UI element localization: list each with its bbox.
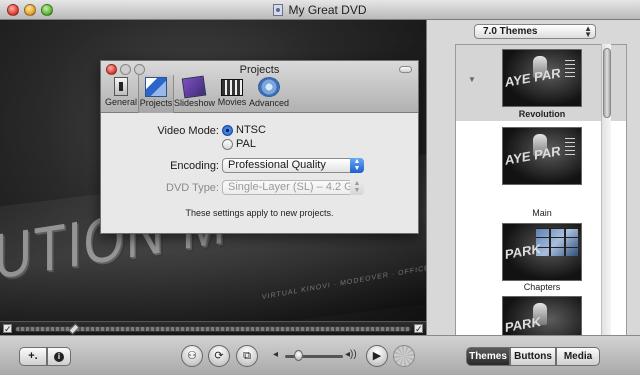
dvd-type-popup: Single-Layer (SL) – 4.2 GB ▲ ▼ — [222, 180, 364, 195]
media-view-button[interactable]: Media — [556, 347, 600, 366]
info-icon: i — [54, 352, 64, 362]
toolbar-toggle-button[interactable] — [399, 66, 412, 73]
disclosure-triangle-icon[interactable]: ▼ — [468, 75, 476, 84]
popup-arrows-icon: ▲ ▼ — [350, 180, 364, 195]
theme-family-popup[interactable]: 7.0 Themes ▲ ▼ — [474, 24, 596, 39]
volume-low-icon: ◂ — [273, 349, 279, 360]
tab-label: General — [104, 97, 138, 107]
theme-thumbnail: AYE PAR — [502, 127, 582, 185]
scrubber-playhead[interactable] — [68, 323, 80, 335]
tab-label: Advanced — [248, 98, 290, 108]
themes-pane: 7.0 Themes ▲ ▼ AYE PAR Revolution AYE PAR… — [426, 20, 640, 344]
map-button[interactable]: ⚇ — [181, 345, 203, 367]
map-icon: ⚇ — [187, 350, 197, 362]
encoding-label: Encoding: — [170, 160, 219, 172]
play-button[interactable]: ▶ — [366, 345, 388, 367]
play-icon: ▶ — [372, 350, 382, 362]
motion-end-checkbox[interactable]: ✓ — [414, 324, 423, 334]
info-button[interactable]: i — [47, 347, 71, 366]
dvd-type-label: DVD Type: — [166, 182, 219, 194]
dvd-type-value: Single-Layer (SL) – 4.2 GB — [228, 181, 361, 193]
theme-thumbnail: AYE PAR — [502, 49, 582, 107]
popup-arrows-icon: ▲ ▼ — [584, 24, 592, 39]
tab-advanced[interactable]: Advanced — [248, 75, 290, 113]
settings-note: These settings apply to new projects. — [185, 208, 334, 218]
pal-radio[interactable] — [222, 139, 233, 150]
drop-zone-icon: ⧉ — [243, 350, 251, 362]
buttons-view-button[interactable]: Buttons — [510, 347, 556, 366]
bottom-toolbar: +. i ⚇ ⟳ ⧉ ◂ ◂)) ▶ Themes Buttons Media — [0, 335, 640, 375]
tab-label: Slideshow — [174, 98, 216, 108]
tab-slideshow[interactable]: Slideshow — [174, 75, 216, 113]
add-button[interactable]: +. — [19, 347, 47, 366]
tab-projects[interactable]: Projects — [138, 75, 174, 113]
motion-start-checkbox[interactable]: ✓ — [3, 324, 12, 334]
general-icon — [114, 77, 128, 96]
burn-button[interactable] — [393, 345, 415, 367]
window-title: My Great DVD — [288, 3, 367, 17]
projects-preferences-panel: Projects General Projects Slideshow Movi… — [100, 60, 419, 234]
popup-arrows-icon: ▲ ▼ — [350, 158, 364, 173]
tab-movies[interactable]: Movies — [215, 75, 249, 113]
theme-list-scrollbar[interactable] — [601, 44, 611, 344]
ntsc-label[interactable]: NTSC — [236, 124, 266, 136]
window-titlebar: My Great DVD — [0, 0, 640, 20]
loop-icon: ⟳ — [214, 350, 224, 362]
slideshow-icon — [181, 75, 207, 99]
motion-scrubber-bar: ✓ ✓ — [0, 321, 426, 335]
advanced-icon — [258, 77, 280, 97]
pal-label[interactable]: PAL — [236, 138, 256, 150]
video-mode-label: Video Mode: — [157, 125, 219, 137]
theme-thumbnail: PARK — [502, 223, 582, 281]
projects-icon — [145, 77, 167, 97]
theme-family-value: 7.0 Themes — [483, 26, 538, 37]
volume-slider-thumb[interactable] — [294, 350, 303, 361]
themes-view-button[interactable]: Themes — [466, 347, 510, 366]
tab-label: Movies — [217, 97, 247, 107]
loop-motion-button[interactable]: ⟳ — [208, 345, 230, 367]
tab-label: Projects — [139, 98, 173, 108]
motion-scrubber[interactable] — [15, 323, 411, 335]
volume-high-icon: ◂)) — [345, 349, 357, 360]
document-icon — [273, 4, 284, 16]
movies-icon — [221, 79, 243, 96]
drop-zones-button[interactable]: ⧉ — [236, 345, 258, 367]
scrollbar-thumb[interactable] — [603, 48, 611, 118]
tab-general[interactable]: General — [104, 75, 138, 113]
ntsc-radio[interactable] — [222, 125, 233, 136]
encoding-popup[interactable]: Professional Quality ▲ ▼ — [222, 158, 364, 173]
encoding-value: Professional Quality — [228, 159, 326, 171]
menu-preview[interactable]: UTION M VIRTUAL KINOVI · MODEOVER · OFFI… — [0, 20, 426, 321]
